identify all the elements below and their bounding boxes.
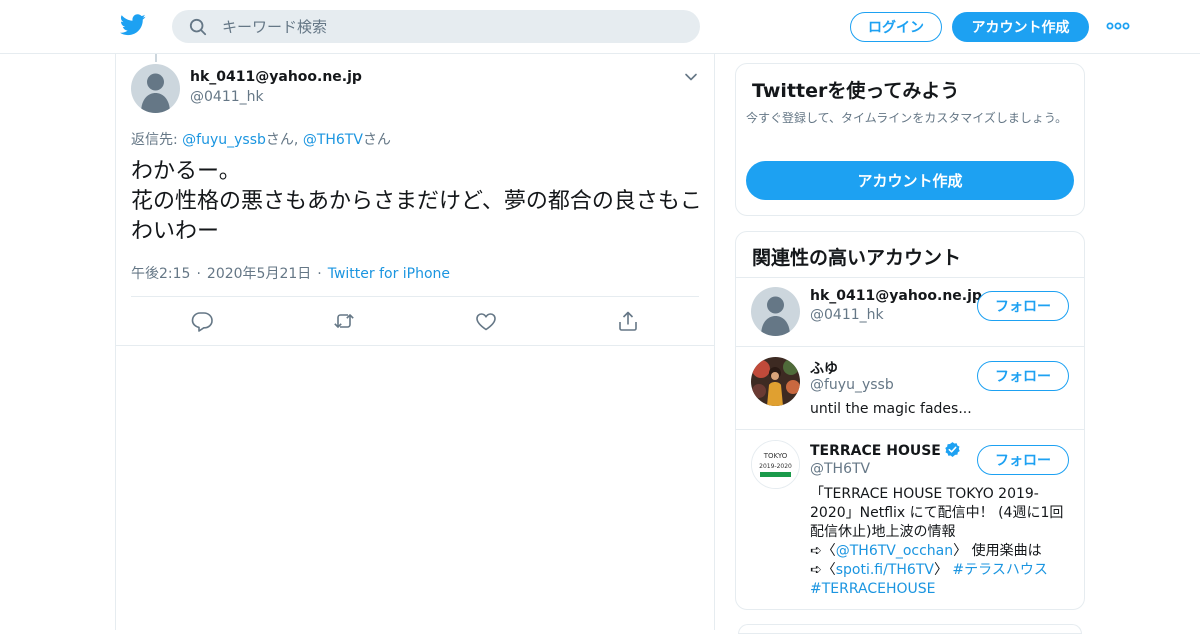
reply-honorific: さん, [265,132,303,148]
tweet-date[interactable]: 2020年5月21日 [207,266,311,282]
account-name[interactable]: ふゆ [810,358,838,378]
like-icon[interactable] [475,310,497,332]
signup-promo-card: Twitterを使ってみよう 今すぐ登録して、タイムラインをカスタマイズしましょ… [735,63,1085,216]
search-bar[interactable] [172,10,700,43]
verified-badge-icon [945,442,960,457]
bio-mention-link[interactable]: @TH6TV_occhan [836,543,953,559]
account-bio: until the magic fades... [810,401,972,417]
default-avatar-icon [761,296,790,336]
default-avatar-icon [141,73,170,113]
account-handle[interactable]: @TH6TV [810,461,870,477]
logo-text: 2019-2020 [759,463,792,470]
chevron-down-icon[interactable] [684,70,698,84]
signup-button[interactable]: アカウント作成 [952,12,1089,42]
separator: · [317,266,322,282]
share-icon[interactable] [617,310,639,332]
follow-button[interactable]: フォロー [977,445,1069,475]
signup-card-title: Twitterを使ってみよう [752,80,960,102]
account-handle[interactable]: @0411_hk [810,307,884,323]
search-input[interactable] [222,10,682,43]
reply-user-link[interactable]: @TH6TV [303,132,363,148]
avatar[interactable] [131,64,180,113]
bio-line: 配信休止)地上波の情報 [810,524,956,540]
terrace-house-logo-icon: TOKYO 2019-2020 [752,441,799,488]
separator: · [196,266,201,282]
bio-text: ➪〈 [810,562,836,578]
login-button[interactable]: ログイン [850,12,942,42]
tweet-author-handle[interactable]: @0411_hk [190,89,264,105]
bio-text: ➪〈 [810,543,836,559]
reply-icon[interactable] [191,310,213,332]
divider [736,429,1084,430]
reply-context: 返信先: @fuyu_yssbさん, @TH6TVさん [131,129,391,149]
divider [736,346,1084,347]
bio-hashtag-link[interactable]: #TERRACEHOUSE [810,581,936,597]
reply-honorific: さん [362,132,391,148]
bio-line: 「TERRACE HOUSE TOKYO 2019- [810,486,1039,502]
account-name[interactable]: TERRACE HOUSE [810,441,961,459]
next-card-edge [738,624,1082,634]
bio-text: 〉 [933,562,953,578]
account-name[interactable]: hk_0411@yahoo.ne.jp [810,288,982,304]
bio-text: 〉 使用楽曲は [953,543,1042,559]
follow-button[interactable]: フォロー [977,291,1069,321]
more-dots-icon[interactable] [1106,18,1130,34]
related-accounts-card: 関連性の高いアカウント hk_0411@yahoo.ne.jp @0411_hk… [735,231,1085,610]
bio-line: #TERRACEHOUSE [810,580,1070,599]
tweet-source-link[interactable]: Twitter for iPhone [328,266,450,282]
bio-line: 2020」Netflix にて配信中！ (4週に1回 [810,505,1064,521]
tweet-author-name[interactable]: hk_0411@yahoo.ne.jp [190,69,362,85]
tweet-text: わかるー。 花の性格の悪さもあからさまだけど、夢の都合の良さもこわいわー [131,159,702,244]
divider [116,345,714,346]
logo-text: TOKYO [763,452,788,460]
reply-prefix: 返信先: [131,132,183,148]
twitter-bird-icon[interactable] [120,14,146,36]
divider [131,296,699,297]
search-icon [189,18,207,36]
signup-card-description: 今すぐ登録して、タイムラインをカスタマイズしましょう。 [746,111,1068,125]
top-navigation-bar: ログイン アカウント作成 [0,0,1200,54]
thread-connector-line [155,54,157,62]
retweet-icon[interactable] [333,310,355,332]
avatar[interactable]: TOKYO 2019-2020 [751,440,800,489]
tweet-metadata: 午後2:15 · 2020年5月21日 · Twitter for iPhone [131,263,450,283]
avatar[interactable] [751,287,800,336]
bio-line: ➪〈spoti.fi/TH6TV〉 #テラスハウス [810,561,1070,580]
account-handle[interactable]: @fuyu_yssb [810,377,894,393]
related-accounts-title: 関連性の高いアカウント [752,247,962,269]
bio-url-link[interactable]: spoti.fi/TH6TV [836,562,934,578]
bio-line: ➪〈@TH6TV_occhan〉 使用楽曲は [810,542,1070,561]
account-name-text: TERRACE HOUSE [810,443,941,459]
reply-user-link[interactable]: @fuyu_yssb [182,132,266,148]
divider [736,277,1084,278]
account-bio: 「TERRACE HOUSE TOKYO 2019- 2020」Netflix … [810,485,1070,599]
tweet-time[interactable]: 午後2:15 [131,266,190,282]
bio-hashtag-link[interactable]: #テラスハウス [952,562,1047,578]
profile-photo-icon [751,357,800,406]
signup-card-button[interactable]: アカウント作成 [746,161,1074,200]
avatar[interactable] [751,357,800,406]
follow-button[interactable]: フォロー [977,361,1069,391]
